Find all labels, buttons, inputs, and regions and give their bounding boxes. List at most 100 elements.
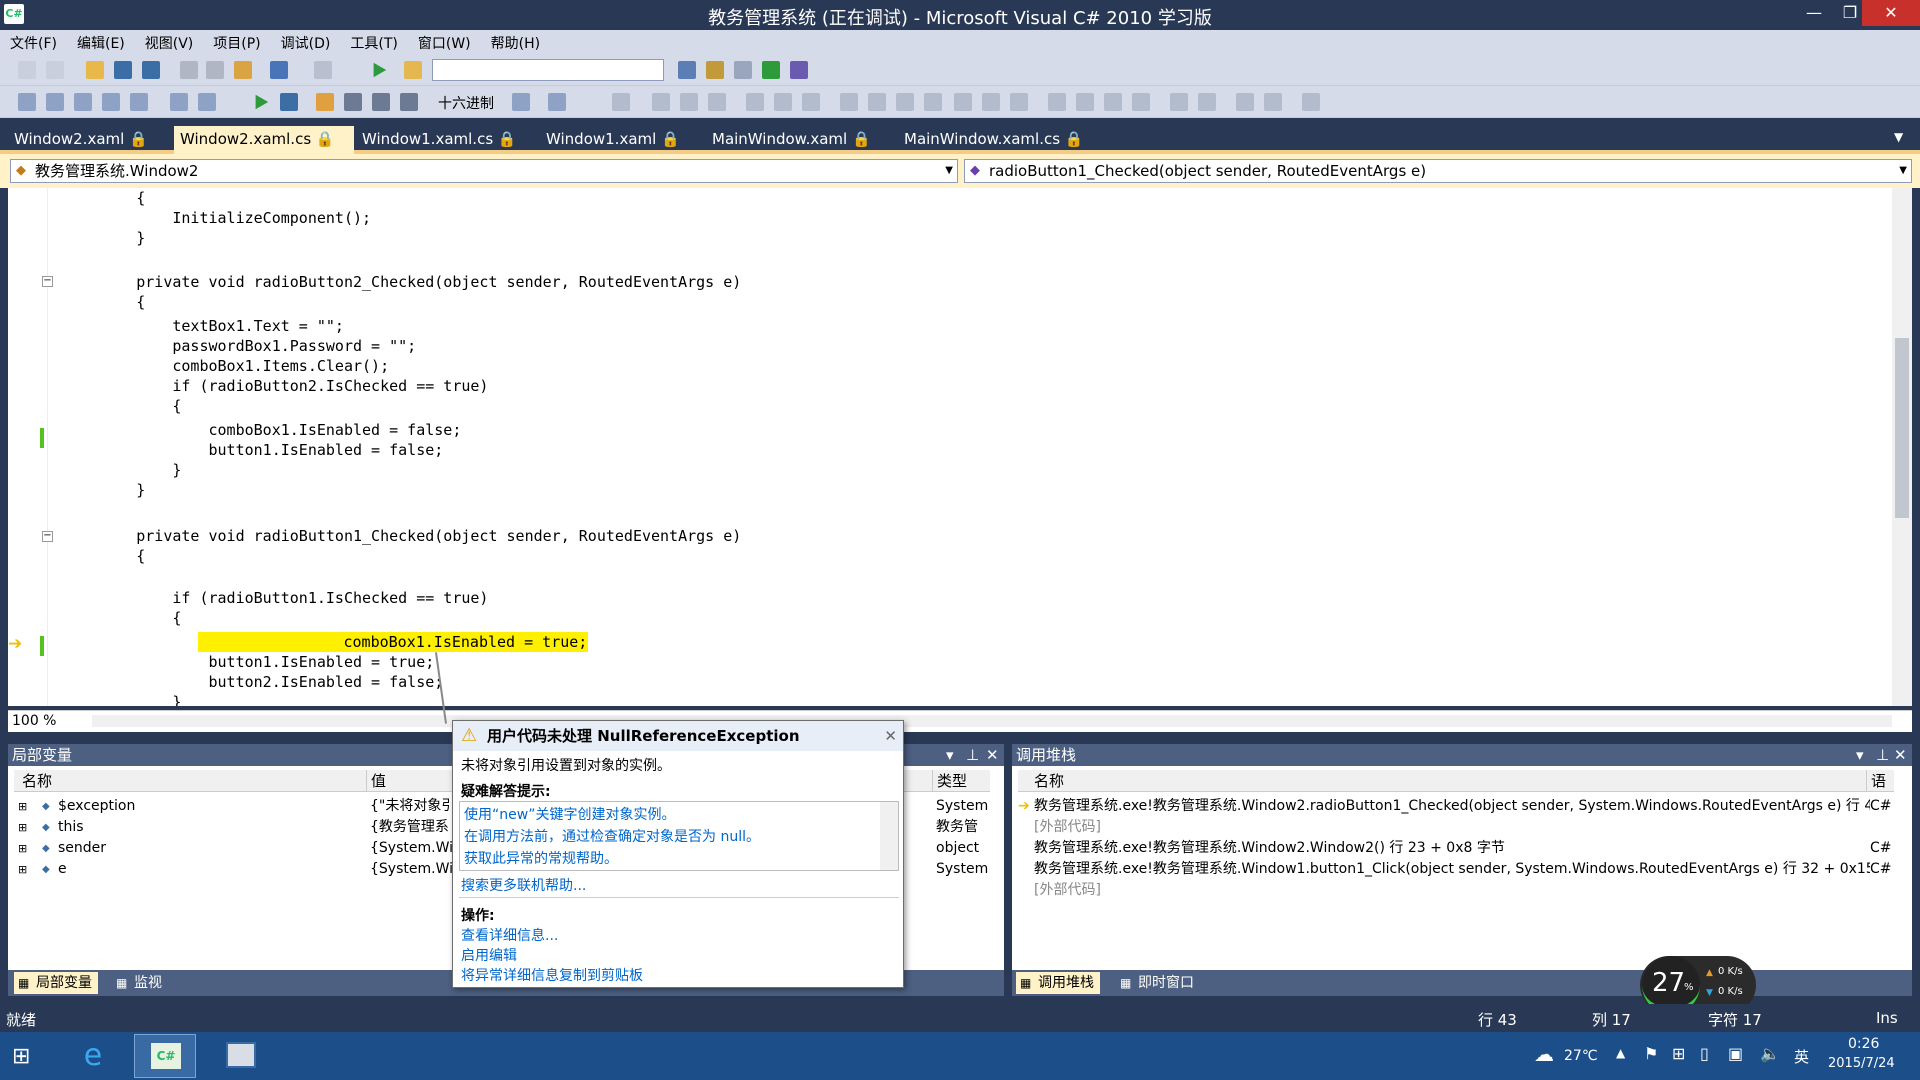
tab-window2-xaml[interactable]: Window2.xaml 🔒	[8, 126, 174, 154]
step-out-icon[interactable]	[400, 93, 418, 111]
tip-link-general-help[interactable]: 获取此异常的常规帮助。	[464, 848, 618, 868]
clock-time[interactable]: 0:26	[1848, 1036, 1879, 1052]
show-hidden-icons-icon[interactable]: ▲	[1616, 1046, 1625, 1060]
redo-icon[interactable]	[314, 61, 332, 79]
copy-exception-link[interactable]: 将异常详细信息复制到剪贴板	[461, 965, 643, 985]
visual-csharp-taskbar-icon[interactable]: C#	[134, 1034, 196, 1078]
menu-view[interactable]: 视图(V)	[135, 30, 204, 53]
locals-col-type[interactable]: 类型	[932, 770, 990, 792]
stop-debugging-icon[interactable]	[280, 93, 298, 111]
menu-file[interactable]: 文件(F)	[0, 30, 67, 53]
app-window-taskbar-icon[interactable]	[210, 1034, 272, 1078]
show-next-statement-icon[interactable]	[316, 93, 334, 111]
close-icon[interactable]: ✕	[1894, 744, 1907, 766]
save-icon[interactable]	[114, 61, 132, 79]
class-combo[interactable]: ◆ 教务管理系统.Window2 ▼	[10, 159, 958, 183]
member-combo[interactable]: ◆ radioButton1_Checked(object sender, Ro…	[964, 159, 1912, 183]
table-row[interactable]: [外部代码]	[1018, 817, 1894, 838]
close-icon[interactable]: ✕	[986, 744, 999, 766]
tab-mainwindow-xaml-cs[interactable]: MainWindow.xaml.cs 🔒	[898, 126, 1108, 154]
expand-icon[interactable]: ⊞	[18, 796, 27, 817]
cut-icon[interactable]	[180, 61, 198, 79]
layout-size-height-icon[interactable]	[840, 93, 858, 111]
tips-scrollbar[interactable]	[880, 802, 898, 870]
pointer-icon[interactable]	[74, 93, 92, 111]
table-row[interactable]: [外部代码]	[1018, 880, 1894, 901]
tab-window2-xaml-cs[interactable]: Window2.xaml.cs 🔒 ✕	[174, 126, 354, 174]
tab-locals[interactable]: ▦ 局部变量	[14, 972, 98, 994]
layout-align-bottom-icon[interactable]	[774, 93, 792, 111]
vertical-spacing-remove-icon[interactable]	[1132, 93, 1150, 111]
bring-to-front-icon[interactable]	[1236, 93, 1254, 111]
horizontal-spacing-increase-icon[interactable]	[982, 93, 1000, 111]
tip-link-null-check[interactable]: 在调用方法前，通过检查确定对象是否为 null。	[464, 826, 760, 846]
continue-icon[interactable]	[255, 94, 269, 110]
font-icon[interactable]	[102, 93, 120, 111]
editor-vertical-scrollbar[interactable]	[1892, 188, 1912, 706]
open-folder-icon[interactable]	[86, 61, 104, 79]
breakpoints-icon[interactable]	[512, 93, 530, 111]
editor-horizontal-scrollbar[interactable]	[92, 715, 1892, 727]
windows-tray-icon[interactable]: ⊞	[1672, 1044, 1685, 1063]
copy-icon[interactable]	[206, 61, 224, 79]
dropdown-icon[interactable]: ▾	[946, 744, 954, 766]
undo-icon[interactable]	[270, 61, 288, 79]
indent-icon[interactable]	[170, 93, 188, 111]
expand-icon[interactable]: ⊞	[18, 859, 27, 880]
find-in-files-icon[interactable]	[404, 61, 422, 79]
tab-window1-xaml-cs[interactable]: Window1.xaml.cs 🔒	[356, 126, 536, 154]
minimize-button[interactable]: —	[1796, 0, 1832, 26]
table-row[interactable]: ➔ 教务管理系统.exe!教务管理系统.Window2.radioButton1…	[1018, 796, 1894, 817]
toolbox-icon[interactable]	[734, 61, 752, 79]
vertical-spacing-decrease-icon[interactable]	[1104, 93, 1122, 111]
action-center-flag-icon[interactable]: ⚑	[1644, 1044, 1658, 1063]
battery-icon[interactable]: ▯	[1700, 1044, 1709, 1063]
layout-align-center-icon[interactable]	[652, 93, 670, 111]
horizontal-spacing-decrease-icon[interactable]	[1010, 93, 1028, 111]
start-windows-icon[interactable]: ⊞	[12, 1044, 46, 1070]
outdent-icon[interactable]	[198, 93, 216, 111]
search-online-help-link[interactable]: 搜索更多联机帮助...	[461, 875, 586, 895]
vertical-spacing-icon[interactable]	[1048, 93, 1066, 111]
layout-align-right-icon[interactable]	[680, 93, 698, 111]
menu-help[interactable]: 帮助(H)	[481, 30, 550, 53]
clock-date[interactable]: 2015/7/24	[1828, 1056, 1895, 1071]
layout-size-width-icon[interactable]	[802, 93, 820, 111]
center-horizontally-icon[interactable]	[1170, 93, 1188, 111]
send-to-back-icon[interactable]	[1264, 93, 1282, 111]
collapse-toggle-icon[interactable]: −	[42, 531, 53, 542]
menu-tools[interactable]: 工具(T)	[340, 30, 407, 53]
pin-icon[interactable]: ⊥	[1876, 744, 1889, 766]
hex-toggle-button[interactable]: 十六进制	[438, 93, 494, 113]
clipboard-icon[interactable]	[130, 93, 148, 111]
layout-align-top-icon[interactable]	[708, 93, 726, 111]
collapse-toggle-icon[interactable]: −	[42, 276, 53, 287]
menu-window[interactable]: 窗口(W)	[408, 30, 481, 53]
tab-immediate[interactable]: ▦ 即时窗口	[1116, 972, 1200, 994]
enable-editing-link[interactable]: 启用编辑	[461, 945, 517, 965]
object-browser-icon[interactable]	[762, 61, 780, 79]
format-icon[interactable]	[18, 93, 36, 111]
windows-icon[interactable]	[548, 93, 566, 111]
tab-watch[interactable]: ▦ 监视	[112, 972, 168, 994]
scrollbar-thumb[interactable]	[1895, 338, 1909, 518]
tab-window1-xaml[interactable]: Window1.xaml 🔒	[540, 126, 700, 154]
layout-grid-icon[interactable]	[896, 93, 914, 111]
solution-config-combo[interactable]	[432, 59, 664, 81]
volume-icon[interactable]: 🔈	[1760, 1044, 1780, 1063]
horizontal-spacing-icon[interactable]	[954, 93, 972, 111]
menu-debug[interactable]: 调试(D)	[271, 30, 341, 53]
tip-link-new[interactable]: 使用“new”关键字创建对象实例。	[464, 804, 675, 824]
network-icon[interactable]: ▣	[1728, 1044, 1743, 1063]
layout-align-middle-icon[interactable]	[746, 93, 764, 111]
extension-manager-icon[interactable]	[790, 61, 808, 79]
internet-explorer-icon[interactable]: e	[66, 1036, 120, 1076]
step-into-icon[interactable]	[344, 93, 362, 111]
tab-order-icon[interactable]	[1302, 93, 1320, 111]
close-button[interactable]: ✕	[1862, 0, 1920, 26]
menu-project[interactable]: 项目(P)	[203, 30, 270, 53]
expand-icon[interactable]: ⊞	[18, 838, 27, 859]
step-over-icon[interactable]	[372, 93, 390, 111]
tab-mainwindow-xaml[interactable]: MainWindow.xaml 🔒	[706, 126, 896, 154]
table-row[interactable]: 教务管理系统.exe!教务管理系统.Window2.Window2() 行 23…	[1018, 838, 1894, 859]
